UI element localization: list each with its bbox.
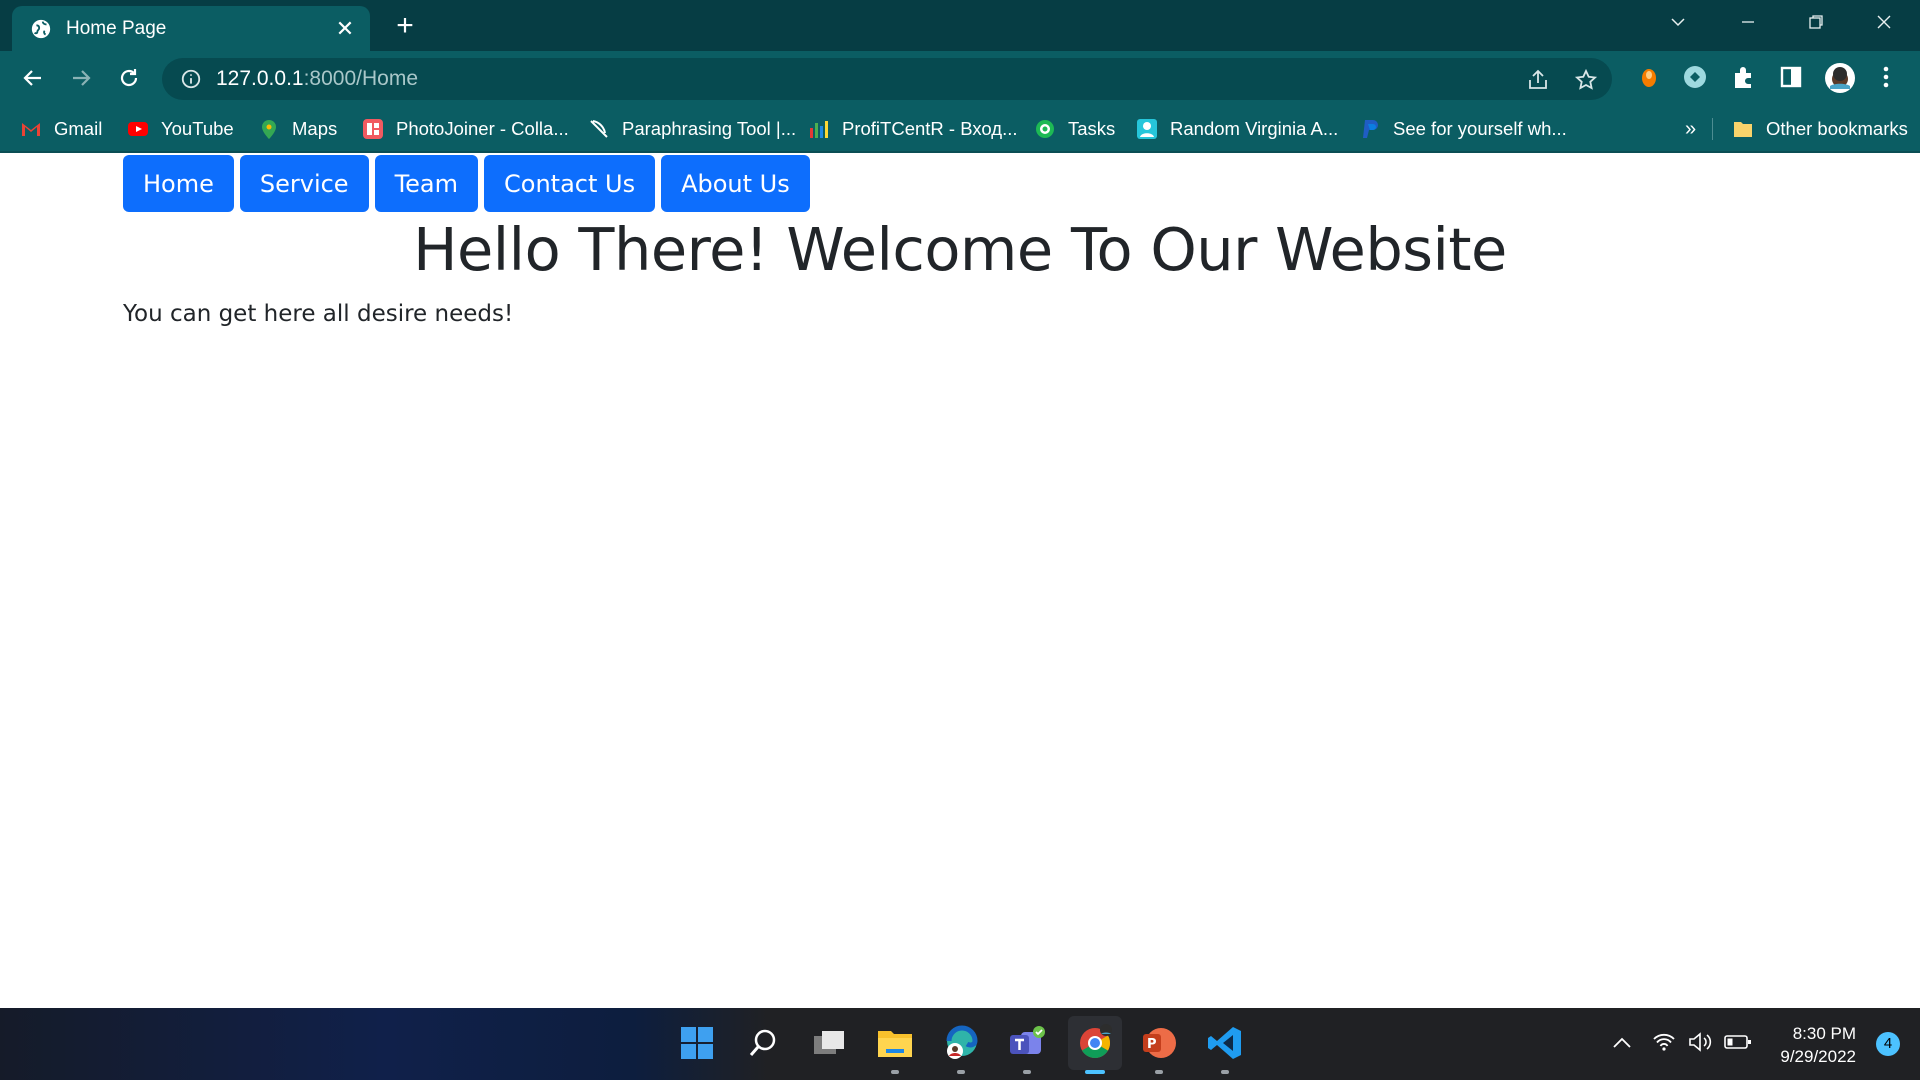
- site-navbar: Home Service Team Contact Us About Us: [123, 155, 810, 212]
- bookmark-label: Paraphrasing Tool |...: [622, 118, 797, 139]
- edge-profile-icon[interactable]: [940, 1022, 982, 1074]
- running-indicator: [891, 1070, 899, 1074]
- nav-team-button[interactable]: Team: [374, 155, 479, 212]
- url-host: 127.0.0.1: [216, 67, 304, 90]
- close-window-button[interactable]: [1856, 0, 1912, 44]
- bookmarks-bar: Gmail YouTube Maps PhotoJoiner - Colla... Pa…: [0, 106, 1920, 153]
- youtube-icon: [127, 118, 149, 140]
- other-bookmarks-folder[interactable]: Other bookmarks: [1732, 114, 1908, 144]
- browser-toolbar: 127.0.0.1:8000/Home: [0, 51, 1920, 106]
- share-icon[interactable]: [1526, 68, 1550, 92]
- globe-icon: [31, 19, 51, 38]
- bookmark-youtube[interactable]: YouTube: [127, 114, 234, 144]
- running-indicator: [957, 1070, 965, 1074]
- web-page: Home Service Team Contact Us About Us Hello …: [0, 153, 1920, 1008]
- tab-title: Home Page: [66, 17, 167, 39]
- url-path: :8000/Home: [303, 67, 418, 90]
- bookmark-label: Maps: [292, 118, 338, 139]
- search-icon[interactable]: [742, 1022, 784, 1064]
- reload-button[interactable]: [114, 63, 144, 93]
- page-heading: Hello There! Welcome To Our Website: [413, 215, 1507, 284]
- bookmark-label: PhotoJoiner - Colla...: [396, 118, 569, 139]
- bookmark-paypal[interactable]: See for yourself wh...: [1359, 114, 1567, 144]
- running-indicator: [1221, 1070, 1229, 1074]
- chart-icon: [808, 118, 830, 140]
- side-panel-icon[interactable]: [1778, 64, 1804, 90]
- powerpoint-icon[interactable]: P: [1138, 1022, 1180, 1074]
- task-view-icon[interactable]: [808, 1022, 850, 1064]
- notification-badge[interactable]: 4: [1876, 1032, 1900, 1056]
- minimize-button[interactable]: [1720, 0, 1776, 44]
- close-tab-icon[interactable]: ✕: [334, 16, 356, 41]
- restore-button[interactable]: [1788, 0, 1844, 44]
- nav-home-button[interactable]: Home: [123, 155, 234, 212]
- bookmark-gmail[interactable]: Gmail: [20, 114, 102, 144]
- photojoiner-icon: [362, 118, 384, 140]
- gmail-icon: [20, 118, 42, 140]
- extension-teal-icon[interactable]: [1682, 64, 1708, 90]
- running-indicator: [1155, 1070, 1163, 1074]
- active-indicator: [1085, 1070, 1105, 1074]
- start-windows-icon[interactable]: [676, 1022, 718, 1064]
- bookmark-person[interactable]: Random Virginia A...: [1136, 114, 1338, 144]
- folder-icon: [1732, 118, 1754, 140]
- nav-about-us-button[interactable]: About Us: [661, 155, 810, 212]
- windows-taskbar: P 8:30 PM 9/29/2022 4: [0, 1008, 1920, 1080]
- forward-button[interactable]: [66, 63, 96, 93]
- tab-home-page[interactable]: Home Page ✕: [12, 6, 370, 51]
- running-indicator: [1023, 1070, 1031, 1074]
- profile-avatar[interactable]: [1824, 62, 1856, 94]
- bookmark-label: YouTube: [161, 118, 234, 139]
- bookmark-label: Random Virginia A...: [1170, 118, 1339, 139]
- bookmark-label: Tasks: [1068, 118, 1116, 139]
- nav-service-button[interactable]: Service: [239, 155, 369, 212]
- volume-icon[interactable]: [1688, 1032, 1714, 1052]
- bookmark-label: Gmail: [54, 118, 103, 139]
- bookmark-label: ProfiTCentR - Вход...: [842, 118, 1018, 139]
- person-icon: [1136, 118, 1158, 140]
- bookmark-label: See for yourself wh...: [1393, 118, 1567, 139]
- battery-icon[interactable]: [1724, 1033, 1752, 1051]
- address-bar[interactable]: 127.0.0.1:8000/Home: [162, 58, 1612, 100]
- bookmark-chart[interactable]: ProfiTCentR - Вход...: [808, 114, 1018, 144]
- extension-orange-icon[interactable]: [1636, 64, 1662, 90]
- menu-kebab-icon[interactable]: [1874, 64, 1898, 90]
- tab-strip: Home Page ✕ +: [0, 0, 1920, 51]
- extensions-puzzle-icon[interactable]: [1730, 64, 1756, 90]
- teams-icon[interactable]: [1006, 1022, 1048, 1074]
- wifi-icon[interactable]: [1652, 1032, 1676, 1052]
- bookmark-star-icon[interactable]: [1574, 68, 1598, 92]
- bookmark-maps[interactable]: Maps: [258, 114, 337, 144]
- bookmark-feather[interactable]: Paraphrasing Tool |...: [588, 114, 796, 144]
- clock-date: 9/29/2022: [1780, 1047, 1856, 1066]
- nav-contact-us-button[interactable]: Contact Us: [484, 155, 656, 212]
- url-text: 127.0.0.1:8000/Home: [216, 67, 418, 91]
- feather-icon: [588, 118, 610, 140]
- file-explorer-icon[interactable]: [874, 1022, 916, 1074]
- vscode-icon[interactable]: [1204, 1022, 1246, 1074]
- page-text: You can get here all desire needs!: [123, 301, 514, 327]
- bookmarks-overflow-button[interactable]: »: [1685, 114, 1696, 144]
- chrome-icon[interactable]: [1068, 1016, 1122, 1074]
- site-info-icon[interactable]: [180, 68, 202, 90]
- maps-icon: [258, 118, 280, 140]
- svg-text:P: P: [1147, 1037, 1157, 1052]
- new-tab-button[interactable]: +: [390, 11, 420, 42]
- clock-time: 8:30 PM: [1792, 1024, 1856, 1043]
- tasks-icon: [1034, 118, 1056, 140]
- other-bookmarks-label: Other bookmarks: [1766, 118, 1908, 139]
- bookmarks-divider: [1712, 118, 1713, 140]
- chevron-up-icon[interactable]: [1612, 1036, 1632, 1050]
- paypal-icon: [1359, 118, 1381, 140]
- tab-search-icon[interactable]: [1650, 0, 1706, 44]
- back-button[interactable]: [18, 63, 48, 93]
- bookmark-tasks[interactable]: Tasks: [1034, 114, 1115, 144]
- system-clock[interactable]: 8:30 PM 9/29/2022: [1780, 1022, 1856, 1068]
- bookmark-photojoiner[interactable]: PhotoJoiner - Colla...: [362, 114, 569, 144]
